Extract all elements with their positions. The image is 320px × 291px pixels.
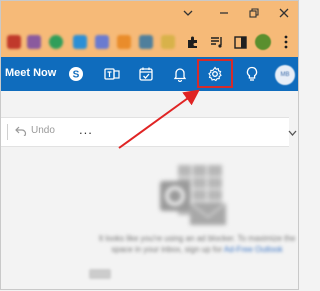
browser-toolbar (1, 25, 298, 57)
svg-text:S: S (73, 70, 80, 81)
outlook-illustration-icon (160, 165, 227, 225)
extension-icon[interactable] (7, 35, 21, 49)
browser-window: Meet Now S MB Undo ... It looks like you… (0, 0, 299, 290)
sidebar-icon[interactable] (231, 33, 249, 51)
title-bar (1, 1, 298, 25)
ad-free-outlook-link[interactable]: Ad-Free Outlook (224, 245, 283, 254)
undo-label: Undo (31, 125, 55, 136)
command-bar: Undo ... (1, 117, 289, 147)
undo-button[interactable]: Undo (15, 125, 55, 136)
lightbulb-icon[interactable] (241, 63, 263, 85)
gear-icon[interactable] (204, 63, 226, 85)
account-avatar[interactable]: MB (275, 65, 295, 85)
divider (7, 124, 8, 140)
extension-icon[interactable] (117, 35, 131, 49)
extension-icon[interactable] (27, 35, 41, 49)
extension-icon[interactable] (139, 35, 153, 49)
dismiss-button[interactable] (89, 269, 111, 279)
meet-now-button[interactable]: Meet Now (5, 67, 56, 79)
extension-icon[interactable] (49, 35, 63, 49)
calendar-check-icon[interactable] (135, 63, 157, 85)
undo-icon (15, 126, 27, 136)
chevron-down-icon[interactable] (288, 129, 297, 140)
skype-icon[interactable]: S (65, 63, 87, 85)
outlook-header: Meet Now S MB (1, 57, 298, 91)
minimize-icon[interactable] (215, 4, 233, 22)
close-icon[interactable] (275, 4, 293, 22)
restore-icon[interactable] (245, 4, 263, 22)
extension-icon[interactable] (73, 35, 87, 49)
bell-icon[interactable] (169, 63, 191, 85)
more-options-button[interactable]: ... (79, 122, 93, 137)
chevron-down-icon[interactable] (179, 4, 197, 22)
teams-icon[interactable] (101, 63, 123, 85)
playlist-icon[interactable] (208, 33, 226, 51)
puzzle-icon[interactable] (184, 33, 202, 51)
extension-icon[interactable] (161, 35, 175, 49)
profile-avatar[interactable] (255, 34, 271, 50)
extension-icon[interactable] (95, 35, 109, 49)
ad-blocker-notice: It looks like you're using an ad blocker… (97, 233, 297, 255)
kebab-menu-icon[interactable] (277, 33, 295, 51)
